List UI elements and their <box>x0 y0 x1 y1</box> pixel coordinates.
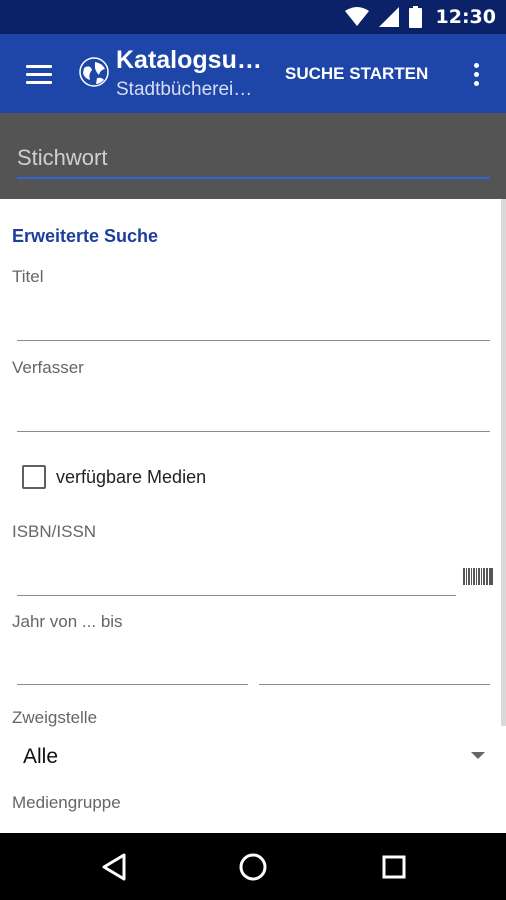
navigation-bar <box>0 833 506 900</box>
scrollbar[interactable] <box>501 199 506 726</box>
branch-label: Zweigstelle <box>12 708 98 727</box>
home-icon[interactable] <box>235 849 271 885</box>
status-bar: 12:30 <box>0 0 506 34</box>
available-media-checkbox[interactable] <box>22 465 46 489</box>
keyword-input[interactable] <box>17 139 490 179</box>
barcode-scanner-icon[interactable] <box>463 568 494 585</box>
app-title: Katalogsu… <box>116 46 262 74</box>
isbn-label: ISBN/ISSN <box>12 522 97 541</box>
year-from-input[interactable] <box>17 649 248 685</box>
hamburger-menu-icon[interactable] <box>18 54 58 94</box>
media-group-label: Mediengruppe <box>12 793 121 812</box>
status-time: 12:30 <box>435 6 496 28</box>
keyword-search-area <box>0 113 506 199</box>
app-bar: Katalogsu… Stadtbücherei… SUCHE STARTEN <box>0 34 506 113</box>
branch-select[interactable]: Alle <box>23 745 58 769</box>
more-vertical-icon[interactable] <box>464 56 488 92</box>
isbn-input[interactable] <box>17 560 456 596</box>
chevron-down-icon[interactable] <box>471 752 485 759</box>
title-input[interactable] <box>17 305 490 341</box>
available-media-checkbox-row[interactable]: verfügbare Medien <box>22 465 206 489</box>
year-label: Jahr von ... bis <box>12 612 123 631</box>
title-block: Katalogsu… Stadtbücherei… <box>116 45 278 103</box>
app-subtitle: Stadtbücherei… <box>116 79 253 100</box>
back-icon[interactable] <box>96 849 132 885</box>
wifi-icon <box>344 7 369 26</box>
advanced-search-form: Erweiterte Suche Titel Verfasser verfügb… <box>0 199 506 833</box>
title-label: Titel <box>12 267 44 286</box>
author-label: Verfasser <box>12 358 84 377</box>
start-search-button[interactable]: SUCHE STARTEN <box>285 60 428 88</box>
status-icons: 12:30 <box>344 0 496 34</box>
globe-logo-icon <box>79 57 109 87</box>
battery-icon <box>408 6 422 28</box>
year-to-input[interactable] <box>259 649 490 685</box>
recents-icon[interactable] <box>376 849 412 885</box>
author-input[interactable] <box>17 396 490 432</box>
available-media-label: verfügbare Medien <box>56 466 207 487</box>
section-title: Erweiterte Suche <box>12 226 159 246</box>
cell-signal-icon <box>378 7 399 27</box>
